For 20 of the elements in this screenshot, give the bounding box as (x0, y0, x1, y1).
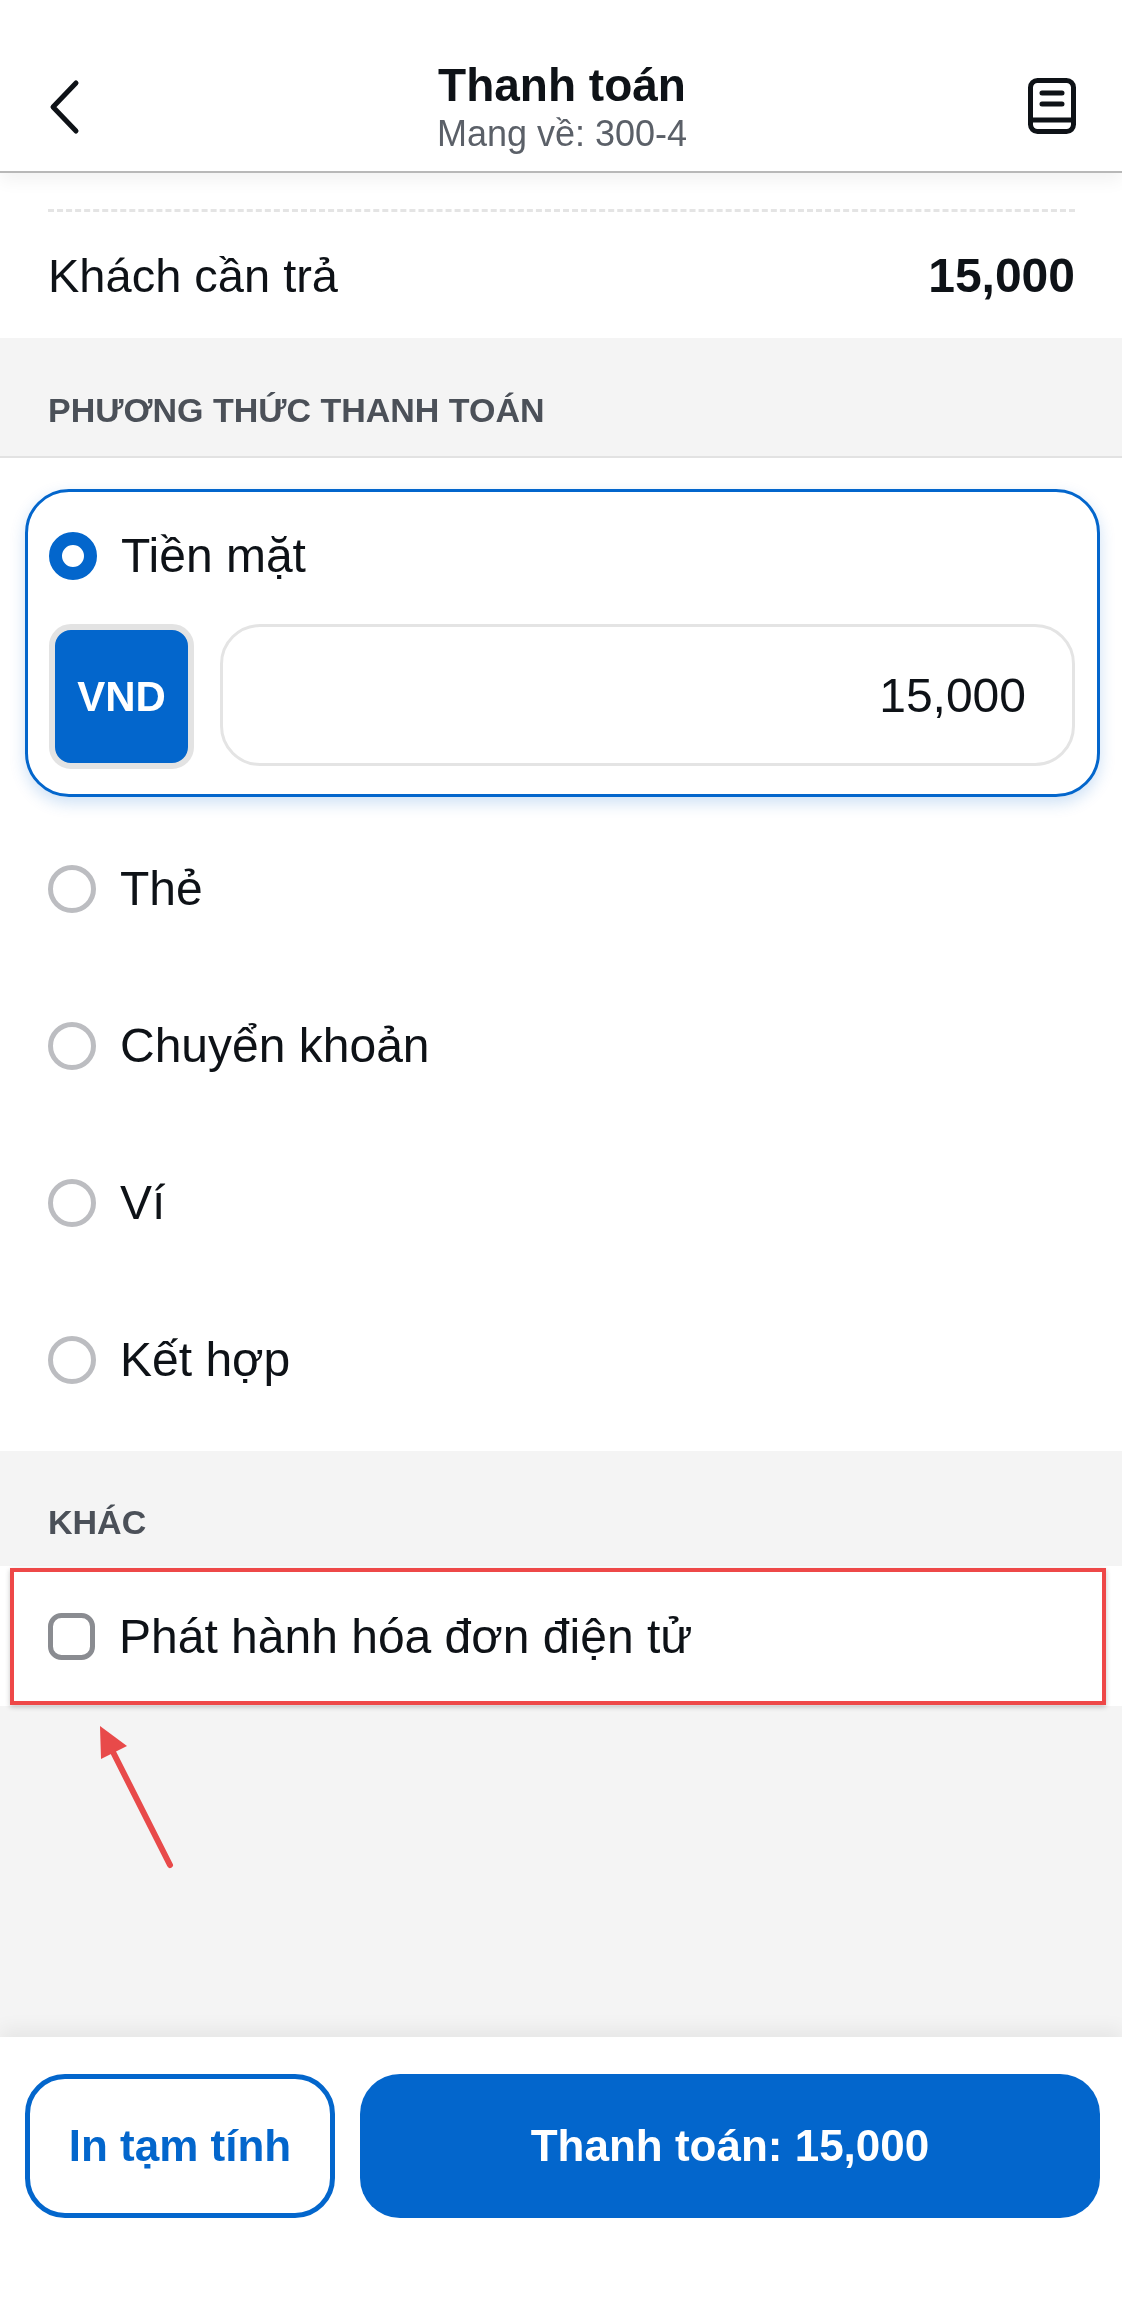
book-icon (1028, 78, 1076, 134)
back-button[interactable] (48, 79, 80, 135)
back-icon (48, 79, 80, 135)
currency-button[interactable]: VND (49, 624, 194, 769)
payment-option[interactable]: Thẻ (48, 858, 203, 919)
print-button[interactable]: In tạm tính (25, 2074, 335, 2218)
checkbox-option[interactable]: Phát hành hóa đơn điện tử (48, 1606, 693, 1667)
book-button[interactable] (1028, 78, 1076, 134)
payment-option[interactable]: Kết hợp (48, 1329, 291, 1390)
section-heading: PHƯƠNG THỨC THANH TOÁN (48, 390, 545, 431)
pay-button[interactable]: Thanh toán: 15,000 (360, 2074, 1100, 2218)
page-subtitle: Mang về: 300-4 (436, 112, 688, 156)
amount-due-value: 15,000 (928, 247, 1075, 303)
payment-option[interactable]: Tiền mặt (49, 526, 306, 586)
amount-due-label: Khách cần trả (48, 247, 338, 303)
payment-option[interactable]: Chuyển khoản (48, 1015, 430, 1076)
page-title: Thanh toán (437, 58, 687, 112)
section-heading: KHÁC (48, 1502, 147, 1543)
payment-option[interactable]: Ví (48, 1172, 166, 1233)
amount-field[interactable]: 15,000 (220, 624, 1075, 766)
